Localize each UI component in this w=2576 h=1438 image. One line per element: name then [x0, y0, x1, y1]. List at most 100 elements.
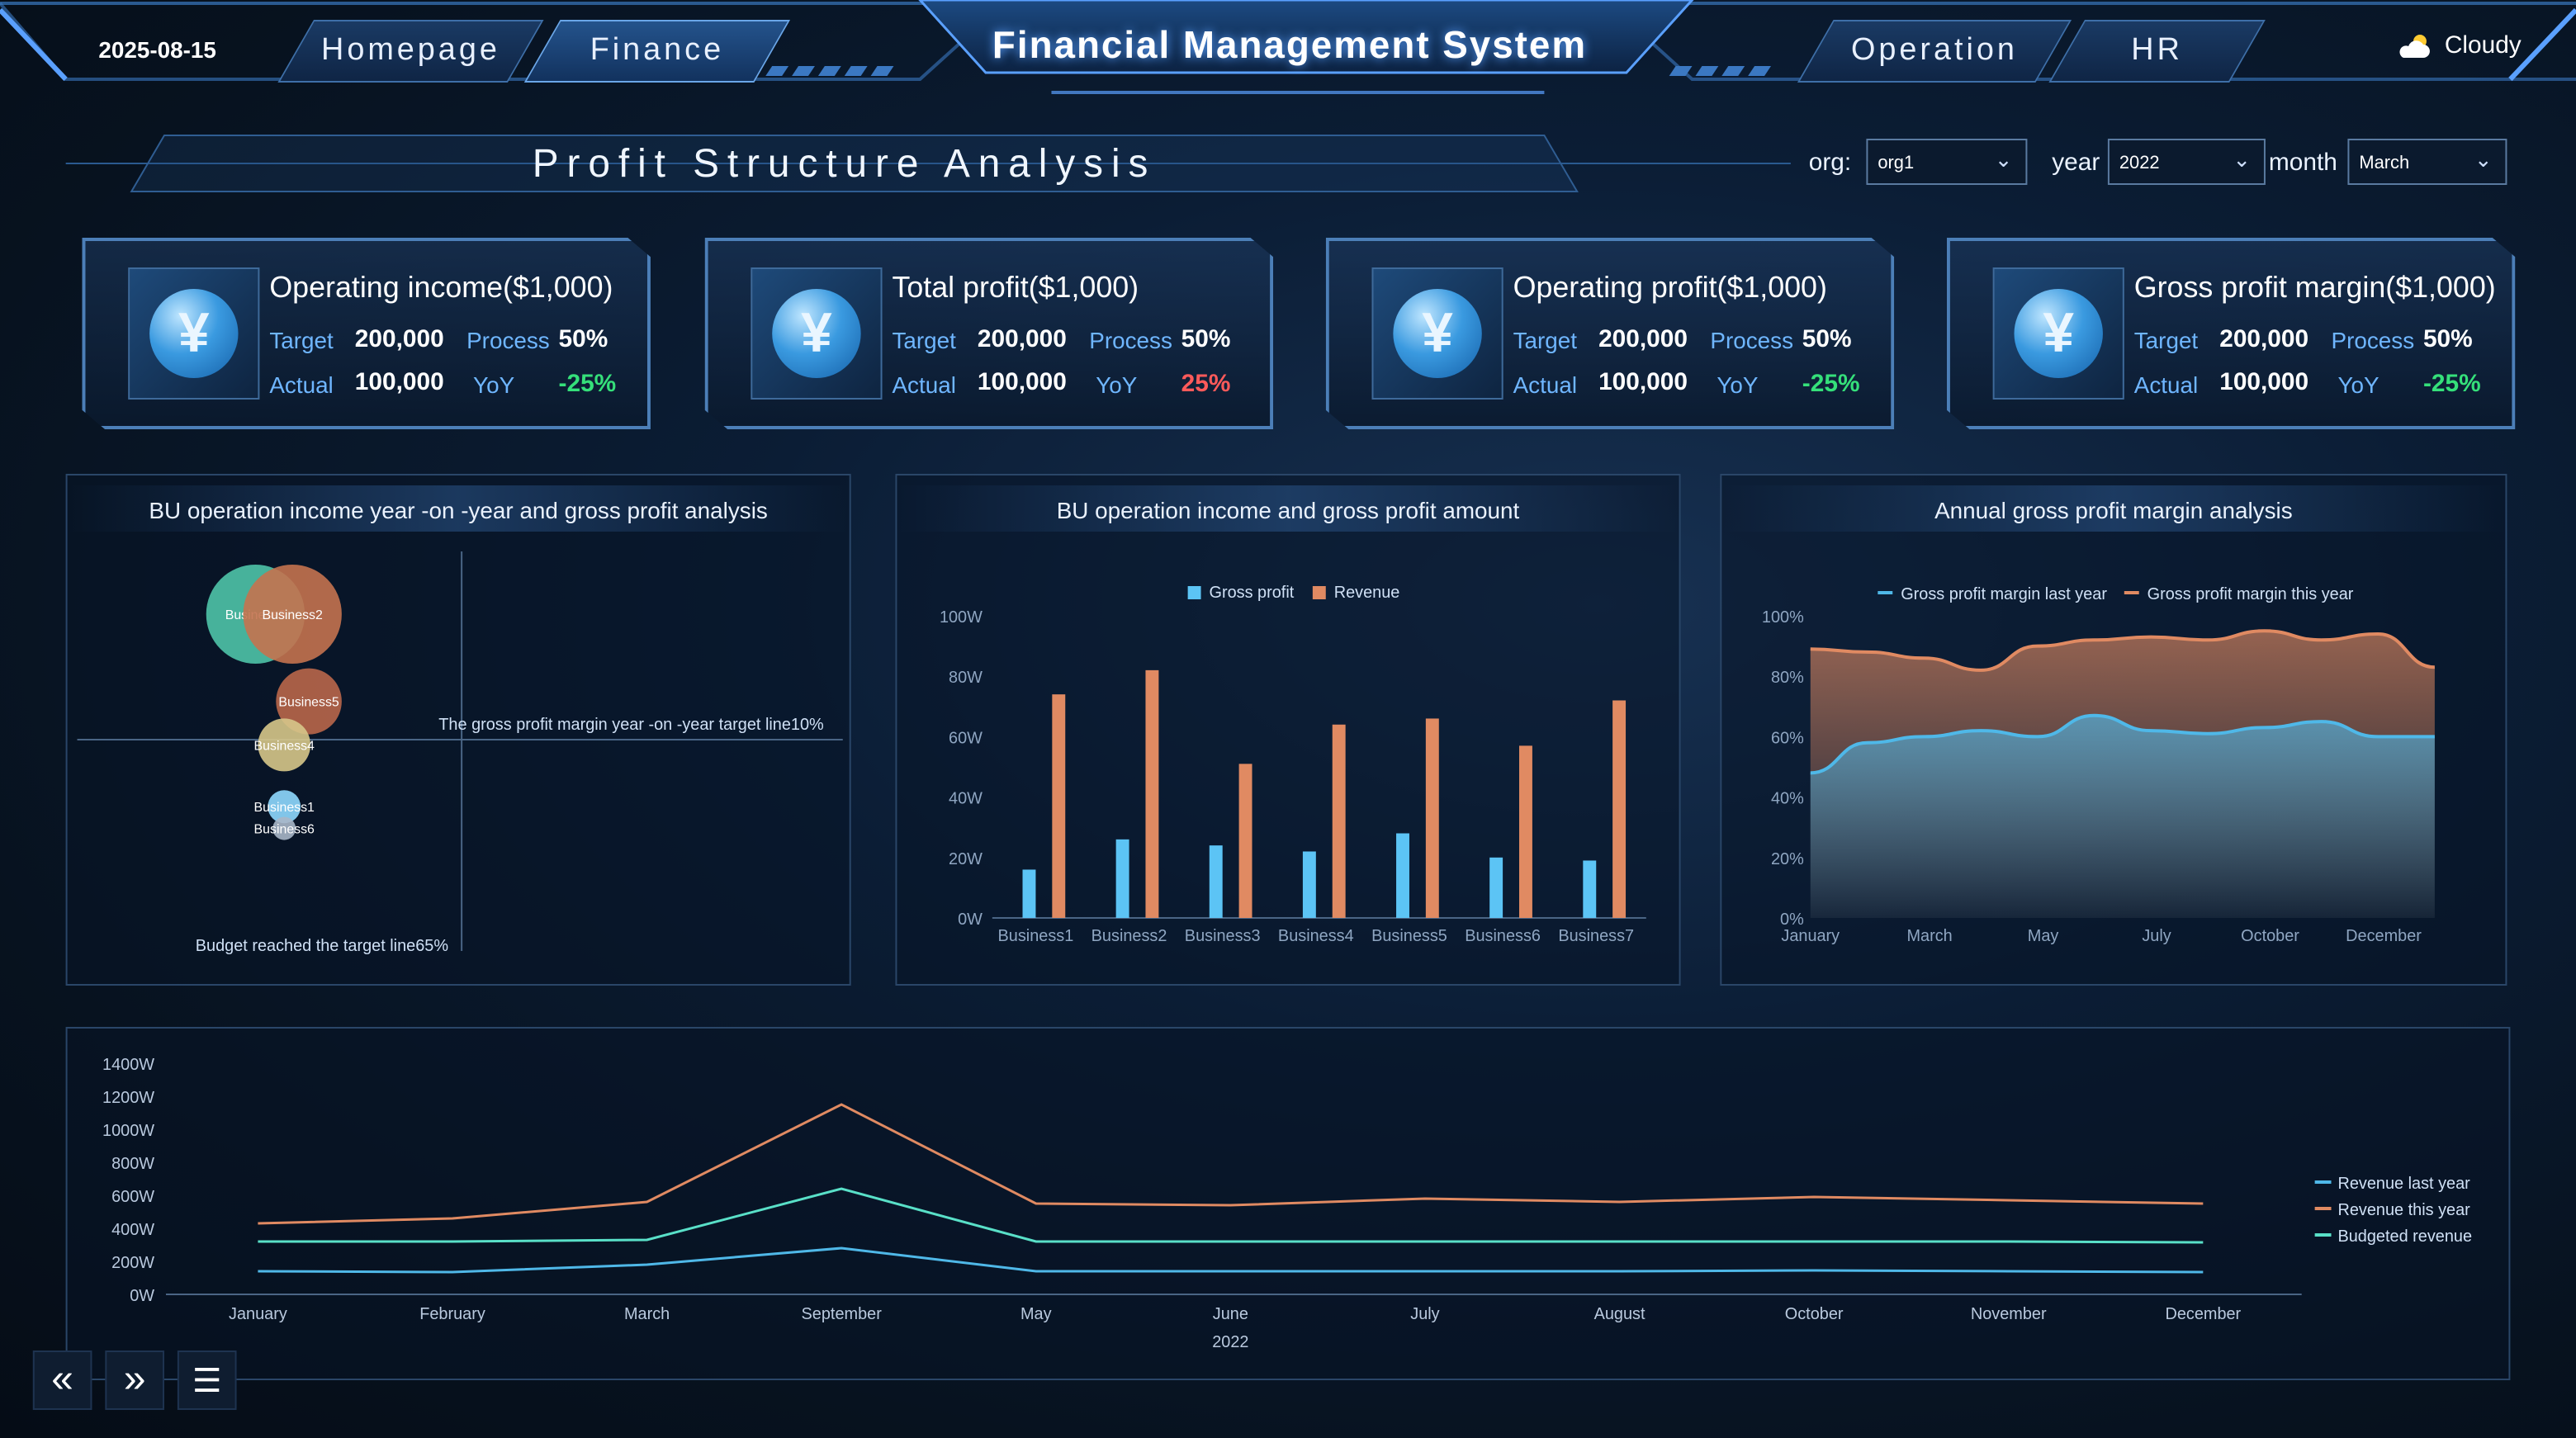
x-tick-label: Business6 — [1465, 927, 1541, 945]
year-label: year — [2052, 149, 2100, 177]
bar-revenue[interactable] — [1052, 694, 1066, 918]
actual-value: 100,000 — [2219, 368, 2309, 396]
actual-label: Actual — [892, 371, 956, 398]
x-tick-label: Business7 — [1558, 927, 1634, 945]
double-chevron-left-icon: « — [51, 1357, 73, 1402]
process-value: 50% — [1802, 325, 1852, 353]
yoy-value: -25% — [558, 370, 617, 398]
legend-swatch — [1312, 586, 1326, 599]
target-label: Target — [2133, 327, 2199, 353]
legend-swatch — [1187, 586, 1201, 599]
bar-revenue[interactable] — [1238, 764, 1252, 918]
bubble-chart: The gross profit margin year -on -year t… — [77, 551, 843, 955]
bar-gross-profit[interactable] — [1209, 845, 1223, 918]
target-label: Target — [892, 327, 956, 353]
panel-title: Annual gross profit margin analysis — [1721, 485, 2506, 532]
bar-gross-profit[interactable] — [1302, 851, 1316, 918]
yoy-value: 25% — [1181, 370, 1231, 398]
bar-gross-profit[interactable] — [1489, 857, 1503, 918]
y-tick-label: 20W — [949, 850, 983, 868]
kpi-title: Gross profit margin($1,000) — [2133, 271, 2496, 304]
y-tick-label: 1200W — [102, 1089, 154, 1107]
year-select[interactable]: 2022 ⌄ — [2107, 139, 2266, 185]
y-tick-label: 200W — [111, 1254, 154, 1272]
series-line[interactable] — [258, 1103, 2204, 1225]
org-select[interactable]: org1 ⌄ — [1866, 139, 2028, 185]
bubble-label: Business5 — [278, 696, 339, 710]
area-chart: Gross profit margin last year Gross profi… — [1762, 585, 2435, 945]
chevron-down-icon: ⌄ — [1994, 147, 2013, 172]
org-label: org: — [1808, 149, 1852, 177]
kpi-target-row: Target 200,000 Process 50% — [1513, 325, 1875, 353]
bar-revenue[interactable] — [1612, 700, 1627, 918]
x-tick-label: May — [1020, 1305, 1052, 1323]
yoy-label: YoY — [2337, 371, 2379, 398]
kpi-card: ¥ Operating income($1,000) Target 200,00… — [82, 238, 651, 429]
legend: Revenue last year Revenue this year Budget… — [2314, 1175, 2472, 1246]
y-tick-label: 0W — [130, 1287, 154, 1305]
yoy-value: -25% — [2422, 370, 2481, 398]
actual-value: 100,000 — [1598, 368, 1688, 396]
actual-label: Actual — [1513, 371, 1578, 398]
yoy-label: YoY — [473, 371, 515, 398]
line-chart-panel: 0W 200W 400W 600W 800W 1000W 1200W 1400W January… — [65, 1027, 2511, 1380]
x-tick-label: May — [2028, 927, 2059, 945]
prev-page-button[interactable]: « — [32, 1350, 92, 1410]
series-line[interactable] — [258, 1187, 2204, 1244]
bar-revenue[interactable] — [1518, 745, 1532, 918]
x-tick-label: July — [2142, 927, 2171, 945]
double-chevron-right-icon: » — [123, 1357, 146, 1402]
process-label: Process — [466, 327, 550, 353]
y-tick-label: 40% — [1771, 790, 1804, 808]
process-label: Process — [1710, 327, 1794, 353]
target-value: 200,000 — [1598, 325, 1688, 353]
kpi-target-row: Target 200,000 Process 50% — [269, 325, 631, 353]
weather-label: Cloudy — [2444, 31, 2522, 59]
kpi-actual-row: Actual 100,000 YoY -25% — [1513, 368, 1875, 398]
app-title: Financial Management System — [992, 23, 1588, 66]
actual-label: Actual — [269, 371, 334, 398]
section-title: Profit Structure Analysis — [532, 142, 1157, 187]
nav-tab-operation[interactable]: Operation — [1797, 20, 2072, 83]
bar-gross-profit[interactable] — [1115, 839, 1129, 918]
kpi-title: Total profit($1,000) — [892, 271, 1139, 304]
panel-title: BU operation income year -on -year and g… — [67, 485, 850, 532]
kpi-actual-row: Actual 100,000 YoY -25% — [269, 368, 631, 398]
y-tick-label: 80W — [949, 669, 983, 687]
bar-revenue[interactable] — [1425, 718, 1439, 918]
process-label: Process — [1089, 327, 1172, 353]
x-tick-label: Business2 — [1091, 927, 1167, 945]
dashboard: 2025-08-15 Homepage Finance Financial Ma… — [0, 0, 2576, 1438]
y-tick-label: 60W — [949, 729, 983, 747]
menu-button[interactable]: ☰ — [177, 1350, 237, 1410]
x-tick-label: January — [229, 1305, 287, 1323]
nav-tab-finance[interactable]: Finance — [523, 20, 791, 83]
x-tick-label: December — [2165, 1305, 2241, 1323]
month-select[interactable]: March ⌄ — [2347, 139, 2507, 185]
legend: Gross profit Revenue — [1187, 584, 1399, 602]
x-tick-label: August — [1594, 1305, 1646, 1323]
y-tick-label: 20% — [1771, 850, 1804, 868]
bar-gross-profit[interactable] — [1583, 860, 1597, 918]
nav-tab-homepage[interactable]: Homepage — [277, 20, 544, 83]
x-axis-label: 2022 — [1212, 1333, 1248, 1351]
process-value: 50% — [1181, 325, 1231, 353]
annotation-label: Budget reached the target line65% — [196, 937, 449, 955]
bar-gross-profit[interactable] — [1396, 833, 1409, 918]
chevron-down-icon: ⌄ — [2233, 147, 2252, 172]
bar-revenue[interactable] — [1332, 724, 1346, 918]
bubble-chart-panel: BU operation income year -on -year and g… — [65, 474, 851, 986]
target-label: Target — [269, 327, 334, 353]
series-line[interactable] — [258, 1246, 2204, 1274]
next-page-button[interactable]: » — [105, 1350, 164, 1410]
nav-tab-hr[interactable]: HR — [2048, 20, 2266, 83]
process-label: Process — [2331, 327, 2415, 353]
weather-widget: Cloudy — [2395, 31, 2522, 59]
bar-revenue[interactable] — [1145, 669, 1159, 918]
legend-label: Gross profit margin last year — [1901, 585, 2107, 603]
x-tick-label: October — [1785, 1305, 1844, 1323]
kpi-title: Operating income($1,000) — [269, 271, 613, 304]
bar-gross-profit[interactable] — [1022, 869, 1036, 918]
y-tick-label: 60% — [1771, 729, 1804, 747]
x-tick-label: November — [1971, 1305, 2047, 1323]
